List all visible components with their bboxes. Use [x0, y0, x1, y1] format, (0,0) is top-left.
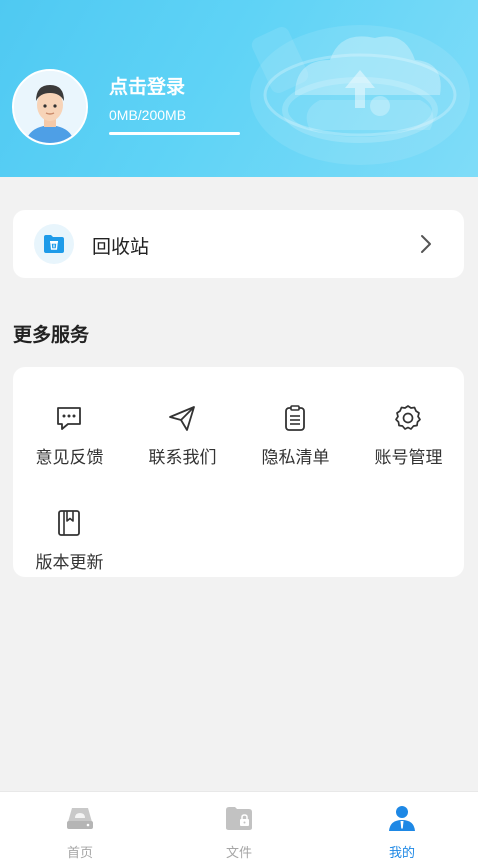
clipboard-icon	[285, 405, 305, 431]
tab-label: 文件	[225, 846, 252, 861]
service-label: 账号管理	[374, 448, 443, 468]
cloud-upload-illustration	[250, 25, 470, 165]
tab-label: 我的	[388, 846, 415, 861]
more-services-title: 更多服务	[13, 324, 90, 346]
service-label: 隐私清单	[261, 448, 330, 468]
services-grid: 意见反馈 联系我们 隐私清单 账号管理 版本更新	[13, 367, 464, 577]
recycle-bin-row[interactable]: 回收站	[13, 210, 464, 278]
service-label: 版本更新	[35, 553, 104, 573]
trash-folder-icon	[44, 235, 64, 253]
service-label: 联系我们	[148, 448, 217, 468]
version-update-button[interactable]: 版本更新	[13, 488, 126, 578]
book-icon	[58, 510, 80, 536]
feedback-button[interactable]: 意见反馈	[13, 383, 126, 473]
user-avatar-icon	[14, 71, 86, 143]
tab-home[interactable]: 首页	[0, 792, 160, 862]
gear-icon	[395, 405, 421, 430]
drive-icon	[67, 808, 93, 829]
chevron-right-icon	[421, 235, 431, 253]
message-icon	[57, 407, 81, 430]
recycle-bin-label: 回收站	[92, 236, 150, 258]
storage-progress-bar	[109, 132, 240, 135]
avatar[interactable]	[12, 69, 88, 145]
service-label: 意见反馈	[35, 448, 104, 468]
bottom-tab-bar: 首页 文件 我的	[0, 791, 478, 862]
storage-usage-text: 0MB/200MB	[109, 107, 187, 123]
send-icon	[169, 406, 195, 431]
tab-files[interactable]: 文件	[159, 792, 319, 862]
person-icon	[389, 806, 415, 831]
contact-us-button[interactable]: 联系我们	[126, 383, 239, 473]
account-management-button[interactable]: 账号管理	[352, 383, 465, 473]
storage-progress-fill	[109, 132, 240, 135]
folder-lock-icon	[226, 807, 252, 830]
profile-header: 点击登录 0MB/200MB	[0, 0, 478, 177]
tab-label: 首页	[66, 846, 93, 861]
tab-mine[interactable]: 我的	[322, 792, 478, 862]
login-prompt[interactable]: 点击登录	[109, 72, 185, 99]
recycle-icon-wrap	[34, 224, 74, 264]
privacy-list-button[interactable]: 隐私清单	[239, 383, 352, 473]
